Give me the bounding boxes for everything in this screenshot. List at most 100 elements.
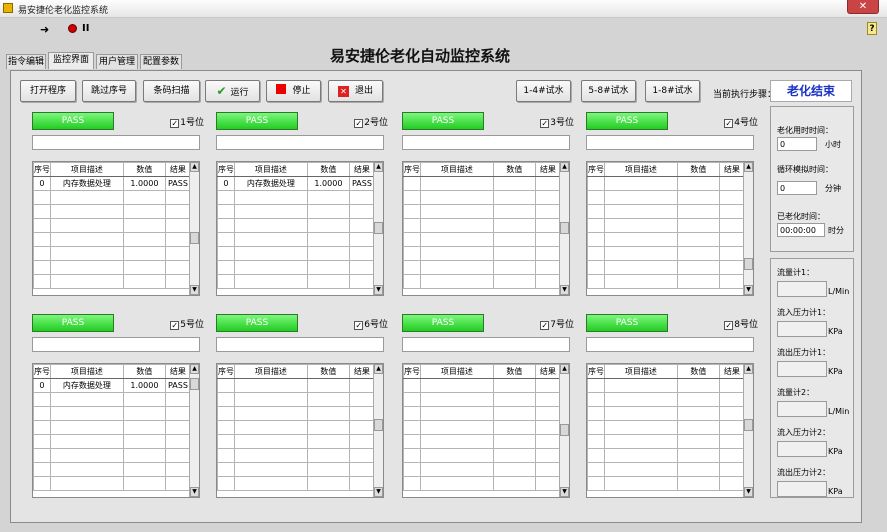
scroll-down-icon[interactable]: ▼ [374,487,383,497]
scroll-down-icon[interactable]: ▼ [744,285,753,295]
station-message-field[interactable] [32,337,200,352]
station-4: PASS ✓ 4号位 序号 项目描述 数值 结果 ▲ ▼ [582,110,762,302]
cell-no [33,406,51,421]
sensor-2-unit: KPa [828,327,843,336]
cell-value [307,392,350,407]
sensor-1-label: 流量计1： [777,268,815,277]
station-message-field[interactable] [586,135,754,150]
cell-desc [419,232,495,247]
cell-desc [603,434,679,449]
table-row [217,392,376,407]
run-button[interactable]: ✔ 运行 [205,80,260,102]
station-message-field[interactable] [32,135,200,150]
scroll-up-icon[interactable]: ▲ [190,162,199,172]
cell-no [403,190,421,205]
scroll-thumb[interactable] [744,258,753,270]
scroll-up-icon[interactable]: ▲ [374,364,383,374]
total-time-input[interactable]: 0 [777,137,817,151]
scroll-thumb[interactable] [190,232,199,244]
stop-button[interactable]: 停止 [266,80,321,102]
scroll-up-icon[interactable]: ▲ [560,162,569,172]
scroll-thumb[interactable] [560,424,569,436]
scroll-down-icon[interactable]: ▼ [560,285,569,295]
help-icon[interactable]: ? [867,22,877,35]
cycle-time-input[interactable]: 0 [777,181,817,195]
pump-1-8-button[interactable]: 1-8#试水 [645,80,700,102]
station-enable-checkbox[interactable]: ✓ 8号位 [724,317,758,330]
cell-result [348,274,376,289]
table-row [33,218,192,233]
table-scrollbar[interactable]: ▲ ▼ [559,364,569,497]
station-enable-checkbox[interactable]: ✓ 5号位 [170,317,204,330]
checkbox-icon: ✓ [540,321,550,330]
station-enable-checkbox[interactable]: ✓ 2号位 [354,115,388,128]
exit-button[interactable]: ✕ 退出 [328,80,383,102]
scroll-up-icon[interactable]: ▲ [560,364,569,374]
scroll-up-icon[interactable]: ▲ [374,162,383,172]
cell-no [217,260,235,275]
scroll-down-icon[interactable]: ▼ [744,487,753,497]
run-arrow-icon[interactable]: ➜ [40,23,49,36]
tab-config[interactable]: 配置参数 [140,54,182,69]
cell-no [403,434,421,449]
table-scrollbar[interactable]: ▲ ▼ [743,162,753,295]
result-table: 序号 项目描述 数值 结果 ▲ ▼ [402,161,570,296]
scroll-thumb[interactable] [560,222,569,234]
cell-value [307,476,350,491]
station-message-field[interactable] [216,337,384,352]
scroll-up-icon[interactable]: ▲ [190,364,199,374]
cell-result [534,232,562,247]
scroll-up-icon[interactable]: ▲ [744,364,753,374]
sensor-3-label: 流出压力计1： [777,348,831,357]
tab-user-management[interactable]: 用户管理 [96,54,138,69]
open-program-button[interactable]: 打开程序 [20,80,76,102]
cell-desc [419,176,495,191]
scroll-thumb[interactable] [374,419,383,431]
station-message-field[interactable] [586,337,754,352]
cell-desc [603,448,679,463]
station-enable-checkbox[interactable]: ✓ 3号位 [540,115,574,128]
station-enable-checkbox[interactable]: ✓ 7号位 [540,317,574,330]
cell-result [348,246,376,261]
cell-no [587,378,605,393]
table-scrollbar[interactable]: ▲ ▼ [743,364,753,497]
scroll-down-icon[interactable]: ▼ [190,285,199,295]
table-scrollbar[interactable]: ▲ ▼ [559,162,569,295]
station-enable-checkbox[interactable]: ✓ 4号位 [724,115,758,128]
station-enable-checkbox[interactable]: ✓ 6号位 [354,317,388,330]
station-message-field[interactable] [216,135,384,150]
table-row [403,190,562,205]
pump-1-4-button[interactable]: 1-4#试水 [516,80,571,102]
pump-5-8-button[interactable]: 5-8#试水 [581,80,636,102]
cell-desc [233,434,309,449]
pause-icon[interactable]: II [82,23,89,34]
tab-monitor[interactable]: 监控界面 [48,52,94,69]
cell-desc [233,406,309,421]
table-scrollbar[interactable]: ▲ ▼ [373,162,383,295]
cell-value [123,434,166,449]
scroll-thumb[interactable] [190,378,199,390]
table-scrollbar[interactable]: ▲ ▼ [189,364,199,497]
scroll-thumb[interactable] [744,419,753,431]
scroll-thumb[interactable] [374,222,383,234]
scroll-down-icon[interactable]: ▼ [190,487,199,497]
cell-value [307,246,350,261]
close-button[interactable]: ✕ [847,0,879,14]
scroll-down-icon[interactable]: ▼ [374,285,383,295]
table-row [587,448,746,463]
table-row [403,420,562,435]
station-message-field[interactable] [402,337,570,352]
abort-icon[interactable] [68,24,77,33]
barcode-scan-button[interactable]: 条码扫描 [143,80,200,102]
table-scrollbar[interactable]: ▲ ▼ [189,162,199,295]
table-scrollbar[interactable]: ▲ ▼ [373,364,383,497]
tab-command-edit[interactable]: 指令编辑 [6,54,46,69]
table-row [33,204,192,219]
scroll-up-icon[interactable]: ▲ [744,162,753,172]
station-message-field[interactable] [402,135,570,150]
station-enable-checkbox[interactable]: ✓ 1号位 [170,115,204,128]
cell-result [348,204,376,219]
scroll-down-icon[interactable]: ▼ [560,487,569,497]
cell-value [123,232,166,247]
jump-step-button[interactable]: 跳过序号 [82,80,136,102]
